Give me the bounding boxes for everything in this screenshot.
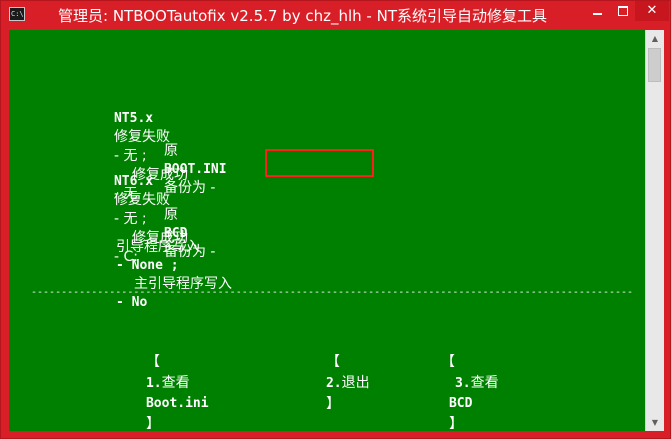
bootloader-line: 引导程序写入 - None ; 主引导程序写入 - No bbox=[69, 220, 232, 330]
menu-number: 2. bbox=[325, 376, 342, 391]
menu-label: 查看 bbox=[470, 375, 499, 391]
app-window: C:\ 管理员: NTBOOTautofix v2.5.7 by chz_hlh… bbox=[0, 0, 671, 439]
separator-line: ----------------------------------------… bbox=[31, 287, 633, 298]
menu-number: 1. bbox=[145, 376, 162, 391]
close-icon: ✕ bbox=[646, 3, 658, 18]
scroll-up-arrow-icon[interactable]: ▲ bbox=[646, 30, 664, 47]
bracket-close: 】 bbox=[448, 416, 463, 431]
vertical-scrollbar[interactable]: ▲ ▼ bbox=[645, 30, 664, 431]
exit-button[interactable]: 【 2.退出 】 bbox=[279, 332, 370, 431]
console-area: NT5.x 修复失败 - 无 ; 修复成功 - 无 原 BOOT.INI 备份为… bbox=[9, 30, 645, 431]
bootloader-label: 引导程序写入 bbox=[115, 239, 200, 255]
bracket-close: 】 bbox=[325, 396, 340, 412]
nt6-prefix: NT6.x bbox=[113, 174, 154, 189]
close-button[interactable]: ✕ bbox=[635, 1, 669, 21]
view-boot-ini-button[interactable]: 【 1.查看 Boot.ini 】 bbox=[99, 332, 209, 431]
console-icon[interactable]: C:\ bbox=[9, 7, 25, 21]
menu-target: Boot.ini bbox=[145, 396, 209, 411]
minimize-button[interactable] bbox=[584, 1, 610, 21]
menu-number: 3. bbox=[454, 376, 471, 391]
scroll-thumb[interactable] bbox=[648, 48, 661, 82]
window-title: 管理员: NTBOOTautofix v2.5.7 by chz_hlh - N… bbox=[58, 7, 547, 25]
bracket-open: 【 bbox=[145, 354, 160, 370]
menu-label: 查看 bbox=[161, 375, 190, 391]
title-bar[interactable]: C:\ 管理员: NTBOOTautofix v2.5.7 by chz_hlh… bbox=[1, 1, 670, 30]
bracket-open: 【 bbox=[440, 354, 455, 370]
maximize-button[interactable] bbox=[610, 1, 635, 21]
menu-label: 退出 bbox=[341, 375, 370, 391]
view-bcd-button[interactable]: 【 3.查看 BCD 】 bbox=[394, 332, 499, 431]
bracket-open: 【 bbox=[325, 354, 340, 370]
bootloader-value: - None ; bbox=[115, 258, 179, 273]
scroll-down-arrow-icon[interactable]: ▼ bbox=[646, 414, 664, 431]
bracket-close: 】 bbox=[145, 416, 160, 431]
menu-target: BCD bbox=[448, 396, 473, 411]
highlight-box bbox=[265, 149, 374, 177]
